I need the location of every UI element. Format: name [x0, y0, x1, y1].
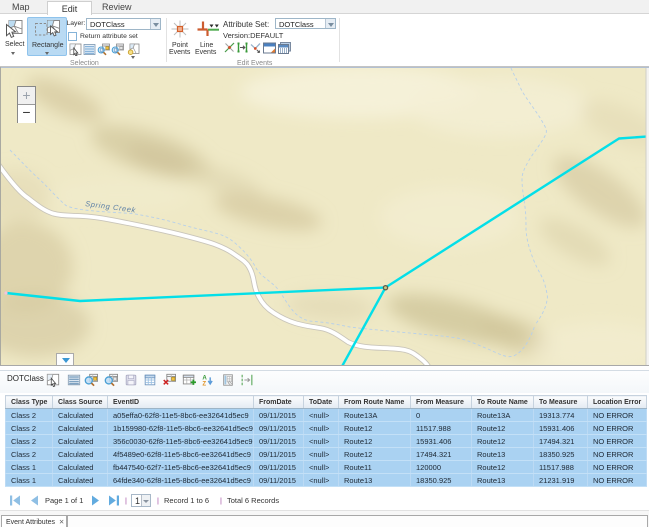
svg-text:Z: Z	[202, 381, 206, 387]
svg-text:Q: Q	[114, 47, 118, 53]
svg-text:Q: Q	[100, 47, 104, 53]
